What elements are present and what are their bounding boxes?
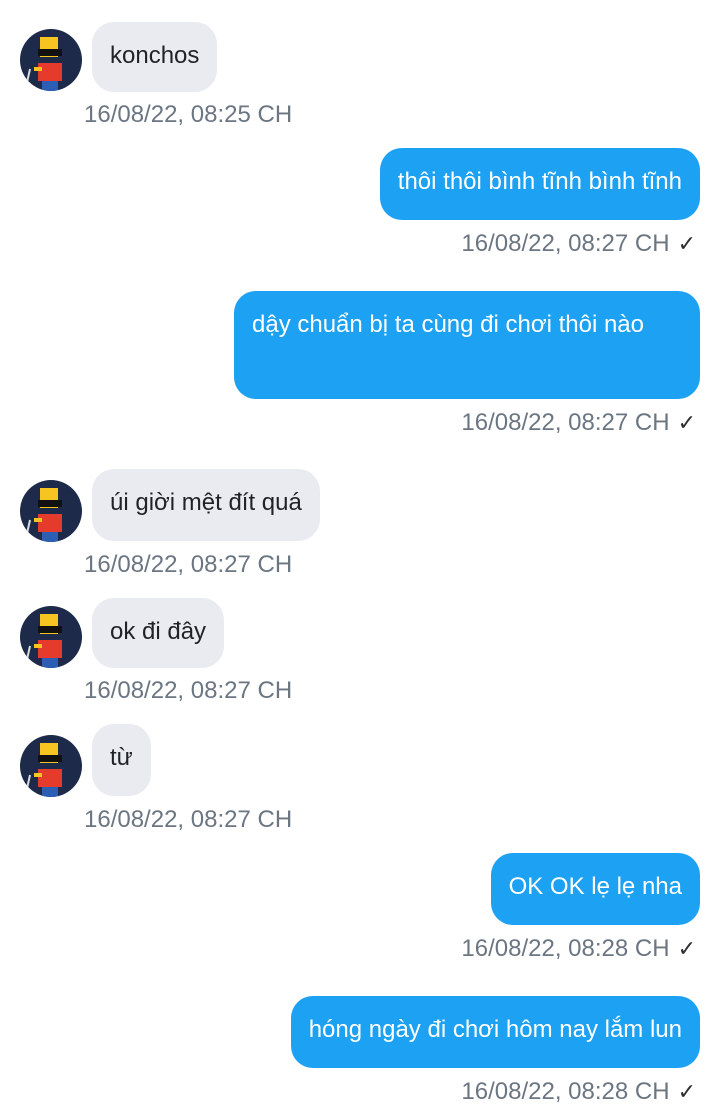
message-bubble-outgoing[interactable]: thôi thôi bình tĩnh bình tĩnh [379,148,700,220]
message-timestamp: 16/08/22, 08:25 CH [84,101,293,128]
message-text: thôi thôi bình tĩnh bình tĩnh [397,168,682,195]
check-icon: ✓ [677,231,696,256]
message-timestamp: 16/08/22, 08:27 CH [84,677,293,704]
avatar[interactable] [20,735,82,797]
check-icon: ✓ [677,1079,696,1104]
message-timestamp: 16/08/22, 08:27 CH [84,551,293,578]
check-icon: ✓ [677,410,696,435]
message-bubble-outgoing[interactable]: OK OK lẹ lẹ nha [490,853,700,925]
check-icon: ✓ [677,936,696,961]
message-timestamp: 16/08/22, 08:27 CH ✓ [461,230,696,257]
message-bubble-incoming[interactable]: từ [92,724,151,796]
message-text: dậy chuẩn bị ta cùng đi chơi thôi nào [252,311,645,338]
message-timestamp: 16/08/22, 08:27 CH ✓ [461,409,696,436]
avatar[interactable] [20,480,82,542]
message-text: úi giời mệt đít quá [110,489,302,516]
message-text: ok đi đây [110,618,207,645]
message-text: OK OK lẹ lẹ nha [508,873,682,900]
message-text: từ [110,744,133,771]
avatar-icon [20,29,82,91]
message-timestamp: 16/08/22, 08:28 CH ✓ [461,935,696,962]
message-text: hóng ngày đi chơi hôm nay lắm lun [308,1016,682,1043]
message-bubble-incoming[interactable]: konchos [92,22,218,92]
avatar-icon [20,735,82,797]
message-timestamp: 16/08/22, 08:28 CH ✓ [461,1078,696,1105]
message-bubble-incoming[interactable]: úi giời mệt đít quá [92,469,320,541]
avatar[interactable] [20,606,82,668]
message-bubble-outgoing[interactable]: hóng ngày đi chơi hôm nay lắm lun [290,996,700,1068]
message-timestamp: 16/08/22, 08:27 CH [84,806,293,833]
avatar-icon [20,606,82,668]
avatar[interactable] [20,29,82,91]
avatar-icon [20,480,82,542]
message-bubble-outgoing[interactable]: dậy chuẩn bị ta cùng đi chơi thôi nào [234,291,700,399]
message-text: konchos [110,42,200,69]
message-bubble-incoming[interactable]: ok đi đây [92,598,225,668]
